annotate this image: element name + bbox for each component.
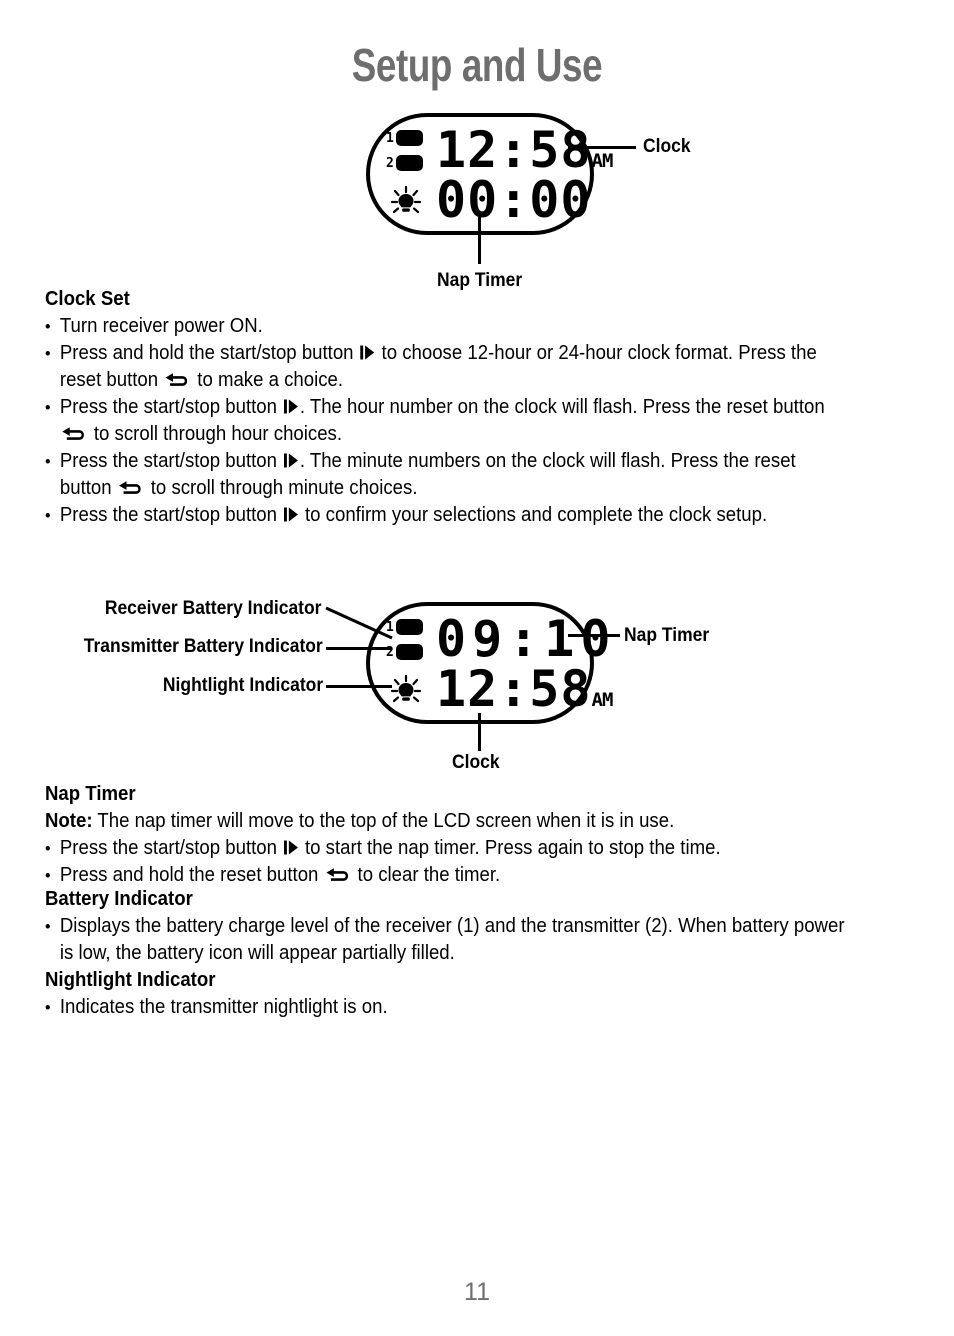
leader-line-nap-timer-fig2 (568, 634, 620, 637)
bullet-text: Press the start/stop button . The hour n… (59, 396, 825, 445)
lcd-icon-column: 1 2 (384, 126, 432, 230)
bullet-text: Displays the battery charge level of the… (59, 915, 845, 964)
bullet-marker: • (45, 344, 51, 363)
bullet-text: Press and hold the start/stop button to … (59, 342, 817, 391)
bullet-text: Turn receiver power ON. (59, 315, 263, 337)
battery-body-2 (395, 155, 423, 171)
lcd-nap-timer-row-2: 09:10 (436, 614, 617, 664)
bullet-item: • Press the start/stop button . The hour … (45, 394, 850, 448)
nap-timer-note-text: The nap timer will move to the top of th… (92, 810, 675, 832)
start-stop-icon (284, 453, 298, 468)
clock-set-bullet-list: • Turn receiver power ON. • Press and hold … (45, 313, 911, 529)
bullet-marker: • (45, 317, 51, 336)
lcd-clock-meridiem: AM (591, 150, 614, 172)
leader-line-transmitter-battery (326, 647, 392, 650)
reset-icon (325, 868, 348, 881)
callout-clock-fig1: Clock (643, 136, 691, 157)
battery-indicator-bullet-list: • Displays the battery charge level of th… (45, 913, 911, 967)
start-stop-icon (284, 507, 298, 522)
callout-nightlight: Nightlight Indicator (162, 675, 324, 696)
nightlight-bulb-icon-2 (390, 674, 422, 703)
battery-body-1 (395, 130, 423, 146)
lcd-clock-value-2: 12:58 (436, 660, 592, 718)
nap-timer-heading: Nap Timer (45, 783, 136, 805)
bullet-item: • Press the start/stop button to confirm … (45, 502, 850, 529)
lcd-display-figure-2: 1 2 09:10 12:58AM (366, 602, 613, 724)
callout-nap-timer-fig2: Nap Timer (624, 625, 710, 646)
nap-timer-bullet-list: • Press the start/stop button to start th… (45, 835, 911, 889)
bullet-item: • Press and hold the start/stop button to… (45, 340, 850, 394)
nightlight-indicator-heading: Nightlight Indicator (45, 969, 216, 991)
transmitter-battery-icon: 2 (386, 155, 423, 171)
nap-timer-note-label: Note: (45, 810, 93, 832)
bullet-item: • Press the start/stop button . The minut… (45, 448, 850, 502)
bullet-text: Indicates the transmitter nightlight is … (59, 996, 388, 1018)
start-stop-icon (284, 840, 298, 855)
bullet-marker: • (45, 398, 51, 417)
callout-clock-fig2: Clock (452, 752, 500, 773)
battery-body-1-fig2 (395, 619, 423, 635)
reset-icon (119, 481, 141, 494)
lcd-clock-row: 12:58AM (436, 125, 614, 175)
receiver-battery-icon: 1 (386, 130, 423, 146)
lcd-nap-timer-value: 00:00 (436, 171, 592, 229)
start-stop-icon (360, 345, 375, 360)
lcd-clock-row-2: 12:58AM (436, 664, 614, 714)
bullet-marker: • (45, 839, 51, 858)
battery-2-label: 2 (386, 155, 394, 171)
bullet-marker: • (45, 998, 51, 1017)
leader-line-nap-timer-fig1 (478, 214, 481, 264)
bullet-text: Press the start/stop button to start the… (59, 837, 721, 859)
leader-line-clock-fig2 (478, 713, 481, 751)
battery-indicator-heading: Battery Indicator (45, 888, 193, 910)
nightlight-indicator-bullet-list: • Indicates the transmitter nightlight is… (45, 994, 911, 1021)
bullet-item: • Press the start/stop button to start th… (45, 835, 850, 862)
nap-timer-note: Note: The nap timer will move to the top… (45, 808, 850, 835)
page-number: 11 (464, 1278, 490, 1306)
bullet-marker: • (45, 866, 51, 885)
leader-line-receiver-battery (325, 606, 393, 640)
nightlight-bulb-icon (390, 185, 422, 214)
leader-line-nightlight (326, 685, 392, 688)
bullet-text: Press the start/stop button to confirm y… (59, 504, 768, 526)
lcd-clock-meridiem-2: AM (591, 689, 614, 711)
bullet-marker: • (45, 506, 51, 525)
reset-icon (165, 373, 188, 386)
bullet-text: Press the start/stop button . The minute… (59, 450, 796, 499)
battery-body-2-fig2 (395, 644, 423, 660)
bullet-item: • Turn receiver power ON. (45, 313, 850, 340)
bullet-marker: • (45, 452, 51, 471)
reset-icon (62, 427, 84, 440)
section-nap-timer: Nap Timer Note: The nap timer will move … (45, 783, 911, 889)
callout-receiver-battery: Receiver Battery Indicator (104, 598, 322, 619)
bullet-item: • Indicates the transmitter nightlight is… (45, 994, 850, 1021)
section-clock-set: Clock Set • Turn receiver power ON. • Press… (45, 288, 911, 529)
section-battery-indicator: Battery Indicator • Displays the battery … (45, 888, 911, 967)
bullet-marker: • (45, 917, 51, 936)
callout-transmitter-battery: Transmitter Battery Indicator (83, 636, 323, 657)
bullet-text: Press and hold the reset button to clear… (59, 864, 501, 886)
bullet-item: • Press and hold the reset button to clea… (45, 862, 850, 889)
lcd-nap-timer-row: 00:00 (436, 175, 592, 225)
page-title: Setup and Use (351, 39, 603, 91)
battery-1-label: 1 (386, 130, 394, 146)
leader-line-clock-fig1 (568, 146, 636, 149)
section-nightlight-indicator: Nightlight Indicator • Indicates the tran… (45, 969, 911, 1021)
start-stop-icon (284, 399, 298, 414)
clock-set-heading: Clock Set (45, 288, 130, 310)
bullet-item: • Displays the battery charge level of th… (45, 913, 850, 967)
